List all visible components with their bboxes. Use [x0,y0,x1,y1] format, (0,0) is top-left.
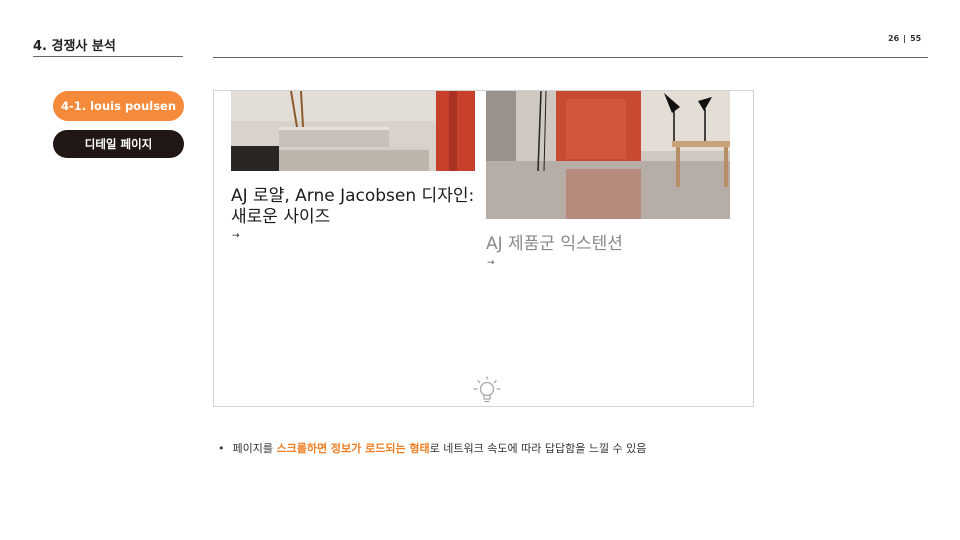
section-title: 4. 경쟁사 분석 [33,39,116,54]
page-separator: | [903,34,907,43]
arrow-right-icon[interactable]: → [487,258,495,268]
card-title-aj-extension[interactable]: AJ 제품군 익스텐션 [486,234,736,255]
note-highlight: 스크롤하면 정보가 로드되는 형태 [276,442,430,455]
note-suffix: 로 네트워크 속도에 따라 답답함을 느낄 수 있음 [429,442,647,455]
card-title-aj-royal[interactable]: AJ 로얄, Arne Jacobsen 디자인: 새로운 사이즈 [231,186,481,228]
website-preview: AJ 로얄, Arne Jacobsen 디자인: 새로운 사이즈 → AJ 제… [213,90,754,407]
title-underline [33,56,183,57]
page-current: 26 [888,34,900,43]
page-type-tag: 디테일 페이지 [53,130,184,158]
brand-tag: 4-1. louis poulsen [53,91,184,121]
product-image-aj-extension[interactable] [486,91,730,219]
bullet-mark: • [218,442,225,455]
arrow-right-icon[interactable]: → [232,231,240,241]
lightbulb-icon [471,375,503,405]
header-divider [213,57,928,58]
page-number: 26 | 55 [888,34,921,43]
product-image-aj-royal[interactable] [231,91,475,171]
note-prefix: 페이지를 [232,442,277,455]
note-bullet: • 페이지를 스크롤하면 정보가 로드되는 형태로 네트워크 속도에 따라 답답함… [218,440,646,456]
page-total: 55 [910,34,922,43]
